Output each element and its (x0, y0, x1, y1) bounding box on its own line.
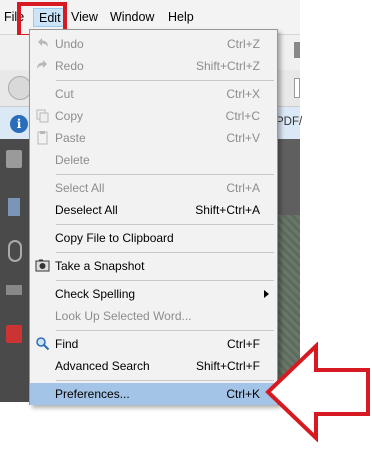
menu-item-check-spelling[interactable]: Check Spelling (30, 283, 277, 305)
menu-item-select-all[interactable]: Select All Ctrl+A (30, 177, 277, 199)
menu-item-label: Paste (55, 131, 86, 145)
menu-separator (56, 330, 274, 331)
menu-item-delete[interactable]: Delete (30, 149, 277, 171)
menu-window[interactable]: Window (110, 10, 154, 24)
menu-item-shortcut: Ctrl+A (226, 181, 260, 195)
menu-item-shortcut: Shift+Ctrl+Z (195, 59, 260, 73)
menu-item-find[interactable]: Find Ctrl+F (30, 333, 277, 355)
page-number-field[interactable] (294, 78, 300, 98)
paste-icon (35, 130, 50, 145)
menu-item-label: Take a Snapshot (55, 259, 145, 273)
menu-item-shortcut: Ctrl+X (226, 87, 260, 101)
menu-separator (56, 224, 274, 225)
undo-icon (35, 36, 50, 51)
page-thumbnails-icon[interactable] (6, 150, 22, 168)
menu-help[interactable]: Help (168, 10, 194, 24)
menu-item-label: Preferences... (55, 387, 130, 401)
menu-item-look-up-selected-word[interactable]: Look Up Selected Word... (30, 305, 277, 327)
menu-item-label: Select All (55, 181, 105, 195)
menu-item-cut[interactable]: Cut Ctrl+X (30, 83, 277, 105)
menu-item-copy-file-to-clipboard[interactable]: Copy File to Clipboard (30, 227, 277, 249)
info-icon: i (10, 115, 28, 133)
menu-item-label: Advanced Search (55, 359, 150, 373)
magnifier-icon (35, 336, 50, 351)
tools-icon[interactable] (294, 42, 300, 58)
menu-item-label: Check Spelling (55, 287, 136, 301)
signature-icon[interactable] (6, 285, 22, 295)
red-arrow-annotation-icon (265, 342, 370, 442)
message-bar-partial-text: PDF/ (276, 116, 303, 128)
menu-item-shortcut: Ctrl+C (225, 109, 260, 123)
menu-item-shortcut: Ctrl+Z (227, 37, 260, 51)
camera-icon (35, 258, 50, 273)
menu-item-label: Copy (55, 109, 84, 123)
document-properties-icon[interactable] (6, 325, 22, 343)
menu-separator (56, 380, 274, 381)
menu-item-undo[interactable]: Undo Ctrl+Z (30, 33, 277, 55)
edit-menu-dropdown: Undo Ctrl+Z Redo Shift+Ctrl+Z Cut Ctrl+X… (29, 29, 278, 405)
menu-item-label: Undo (55, 37, 84, 51)
menu-item-shortcut: Ctrl+F (227, 337, 260, 351)
attachment-icon[interactable] (8, 240, 22, 262)
menu-separator (56, 252, 274, 253)
menu-item-label: Look Up Selected Word... (55, 309, 192, 323)
redo-icon (35, 58, 50, 73)
menu-item-shortcut: Shift+Ctrl+F (195, 359, 260, 373)
menu-item-label: Find (55, 337, 79, 351)
menu-item-label: Deselect All (55, 203, 118, 217)
menu-view[interactable]: View (71, 10, 98, 24)
navigation-pane (0, 139, 29, 402)
bookmark-icon[interactable] (8, 198, 20, 216)
menu-item-advanced-search[interactable]: Advanced Search Shift+Ctrl+F (30, 355, 277, 377)
menu-item-label: Delete (55, 153, 90, 167)
menu-separator (56, 80, 274, 81)
menu-item-shortcut: Shift+Ctrl+A (195, 203, 260, 217)
menu-item-shortcut: Ctrl+V (226, 131, 260, 145)
menu-separator (56, 280, 274, 281)
menu-item-copy[interactable]: Copy Ctrl+C (30, 105, 277, 127)
menu-item-shortcut: Ctrl+K (226, 387, 260, 401)
submenu-arrow-icon (264, 290, 269, 298)
menu-item-label: Cut (55, 87, 74, 101)
copy-icon (35, 108, 50, 123)
menu-item-label: Copy File to Clipboard (55, 231, 174, 245)
menu-item-preferences[interactable]: Preferences... Ctrl+K (30, 383, 277, 405)
menu-item-paste[interactable]: Paste Ctrl+V (30, 127, 277, 149)
menu-separator (56, 174, 274, 175)
menu-item-deselect-all[interactable]: Deselect All Shift+Ctrl+A (30, 199, 277, 221)
menu-item-take-a-snapshot[interactable]: Take a Snapshot (30, 255, 277, 277)
menu-item-label: Redo (55, 59, 84, 73)
menu-item-redo[interactable]: Redo Shift+Ctrl+Z (30, 55, 277, 77)
